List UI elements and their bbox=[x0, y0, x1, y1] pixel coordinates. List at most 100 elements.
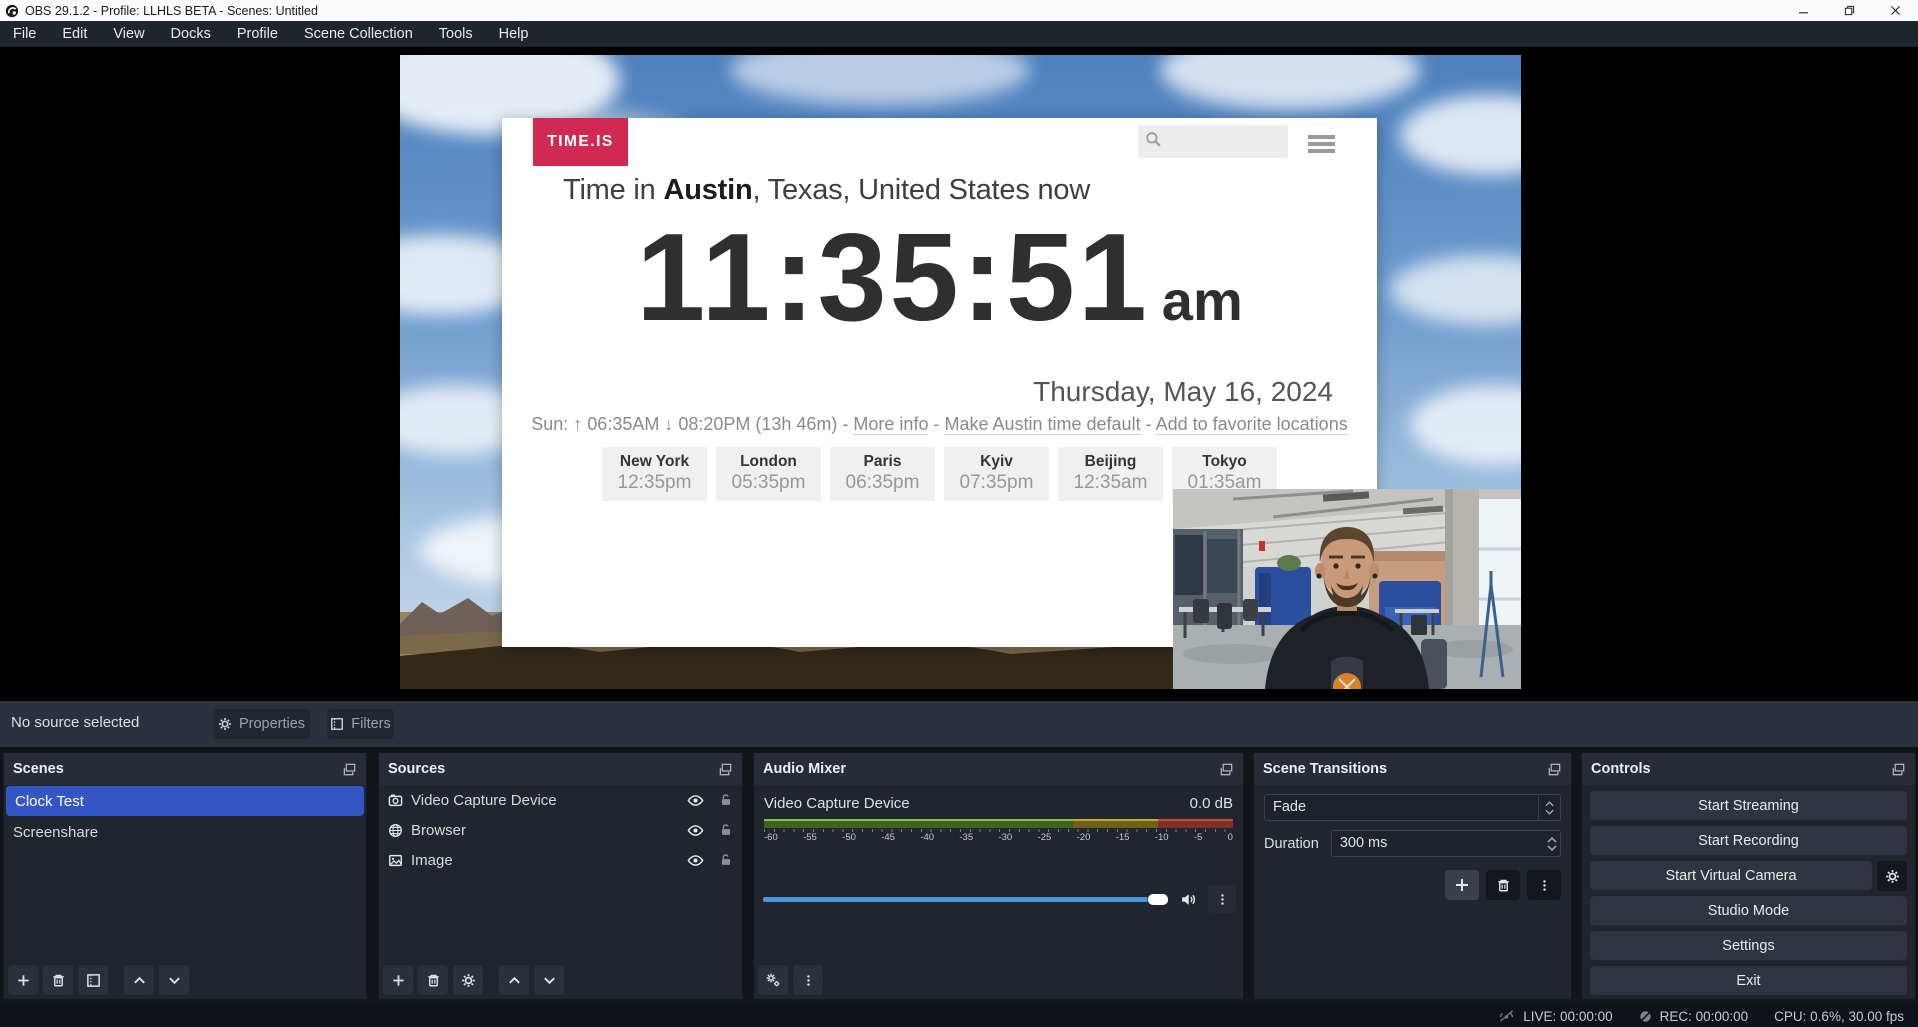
remove-scene-button[interactable] bbox=[43, 965, 73, 995]
eye-icon[interactable] bbox=[687, 792, 704, 809]
restore-button[interactable] bbox=[1826, 0, 1872, 21]
preview-canvas-area[interactable]: TIME.IS Time in Austin, Texas, United St… bbox=[0, 47, 1918, 701]
menu-view[interactable]: View bbox=[100, 21, 157, 47]
timeis-city: Austin bbox=[663, 174, 752, 206]
eye-icon[interactable] bbox=[687, 822, 704, 839]
program-preview[interactable]: TIME.IS Time in Austin, Texas, United St… bbox=[400, 55, 1521, 689]
start-streaming-button[interactable]: Start Streaming bbox=[1590, 791, 1907, 821]
eye-icon[interactable] bbox=[687, 852, 704, 869]
city-box: Paris06:35pm bbox=[830, 447, 935, 501]
menu-tools[interactable]: Tools bbox=[426, 21, 486, 47]
menu-docks[interactable]: Docks bbox=[158, 21, 224, 47]
webcam-video-source[interactable] bbox=[1173, 489, 1521, 689]
popout-icon[interactable] bbox=[1219, 762, 1234, 777]
exit-button[interactable]: Exit bbox=[1590, 966, 1907, 996]
window-controls bbox=[1780, 0, 1918, 21]
filter-icon bbox=[330, 717, 344, 731]
transition-selected-value: Fade bbox=[1265, 795, 1538, 820]
studio-mode-button[interactable]: Studio Mode bbox=[1590, 896, 1907, 926]
speaker-icon[interactable] bbox=[1180, 891, 1197, 908]
source-item-browser[interactable]: Browser bbox=[379, 815, 742, 845]
chevron-up-down-icon[interactable] bbox=[1538, 795, 1560, 820]
menu-edit[interactable]: Edit bbox=[49, 21, 100, 47]
mixer-level-db: 0.0 dB bbox=[1190, 795, 1233, 812]
obs-window: OBS 29.1.2 - Profile: LLHLS BETA - Scene… bbox=[0, 0, 1918, 1027]
live-status: LIVE: 00:00:00 bbox=[1498, 1009, 1612, 1024]
menu-file[interactable]: File bbox=[0, 21, 49, 47]
start-recording-button[interactable]: Start Recording bbox=[1590, 826, 1907, 856]
filters-button[interactable]: Filters bbox=[327, 709, 394, 739]
scenes-panel-header: Scenes bbox=[4, 753, 366, 785]
advanced-audio-button[interactable] bbox=[758, 965, 788, 995]
timeis-clock: 11:35:51 am bbox=[502, 216, 1377, 340]
transition-menu-button[interactable] bbox=[1527, 870, 1561, 900]
scene-item-clock-test[interactable]: Clock Test bbox=[6, 786, 364, 816]
menu-profile[interactable]: Profile bbox=[224, 21, 291, 47]
scene-transitions-header: Scene Transitions bbox=[1254, 753, 1571, 785]
move-scene-down-button[interactable] bbox=[159, 965, 189, 995]
close-button[interactable] bbox=[1872, 0, 1918, 21]
scene-filters-button[interactable] bbox=[78, 965, 108, 995]
controls-header: Controls bbox=[1582, 753, 1915, 785]
scene-item-screenshare[interactable]: Screenshare bbox=[4, 817, 366, 847]
mixer-menu-button[interactable] bbox=[793, 965, 823, 995]
settings-button[interactable]: Settings bbox=[1590, 931, 1907, 961]
duration-value: 300 ms bbox=[1332, 835, 1388, 851]
status-bar: LIVE: 00:00:00 REC: 00:00:00 CPU: 0.6%, … bbox=[0, 1005, 1918, 1027]
duration-input[interactable]: 300 ms bbox=[1331, 830, 1561, 857]
audio-mixer-toolbar bbox=[758, 965, 823, 995]
properties-button[interactable]: Properties bbox=[213, 709, 310, 739]
transition-select[interactable]: Fade bbox=[1264, 794, 1561, 821]
cpu-fps-status: CPU: 0.6%, 30.00 fps bbox=[1774, 1009, 1904, 1024]
popout-icon[interactable] bbox=[1547, 762, 1562, 777]
image-icon bbox=[388, 853, 403, 868]
obs-logo-icon bbox=[5, 4, 19, 18]
virtual-camera-settings-button[interactable] bbox=[1877, 861, 1907, 891]
clock-ampm: am bbox=[1162, 273, 1243, 329]
move-source-down-button[interactable] bbox=[534, 965, 564, 995]
add-source-button[interactable] bbox=[383, 965, 413, 995]
menu-help[interactable]: Help bbox=[486, 21, 542, 47]
source-toolbar: No source selected Properties Filters bbox=[0, 701, 1918, 747]
volume-slider-handle[interactable] bbox=[1148, 894, 1168, 905]
globe-icon bbox=[388, 823, 403, 838]
transitions-toolbar bbox=[1264, 870, 1561, 900]
mixer-channel-menu-button[interactable] bbox=[1208, 885, 1236, 913]
timeis-sun-line: Sun: ↑ 06:35AM ↓ 08:20PM (13h 46m) - Mor… bbox=[502, 414, 1377, 435]
timeis-heading: Time in Austin, Texas, United States now bbox=[563, 174, 1090, 207]
volume-slider[interactable] bbox=[763, 897, 1168, 902]
sources-toolbar bbox=[383, 965, 564, 995]
menu-bar: File Edit View Docks Profile Scene Colle… bbox=[0, 21, 1918, 47]
move-source-up-button[interactable] bbox=[499, 965, 529, 995]
popout-icon[interactable] bbox=[718, 762, 733, 777]
volume-slider-row bbox=[763, 885, 1236, 913]
remove-source-button[interactable] bbox=[418, 965, 448, 995]
no-source-selected-label: No source selected bbox=[11, 714, 139, 731]
city-box: London05:35pm bbox=[716, 447, 821, 501]
rec-disk-icon bbox=[1639, 1010, 1652, 1023]
unlock-icon[interactable] bbox=[719, 823, 733, 837]
live-signal-icon bbox=[1498, 1009, 1515, 1023]
move-scene-up-button[interactable] bbox=[124, 965, 154, 995]
popout-icon[interactable] bbox=[1891, 762, 1906, 777]
city-box: New York12:35pm bbox=[602, 447, 707, 501]
add-transition-button[interactable] bbox=[1445, 870, 1479, 900]
mixer-channel-row: Video Capture Device 0.0 dB bbox=[764, 795, 1233, 812]
start-virtual-camera-button[interactable]: Start Virtual Camera bbox=[1590, 861, 1872, 891]
controls-panel: Controls Start Streaming Start Recording… bbox=[1581, 752, 1916, 1000]
timeis-date: Thursday, May 16, 2024 bbox=[1033, 376, 1333, 408]
unlock-icon[interactable] bbox=[719, 853, 733, 867]
source-properties-button[interactable] bbox=[453, 965, 483, 995]
search-icon bbox=[1145, 131, 1162, 153]
popout-icon[interactable] bbox=[342, 762, 357, 777]
minimize-button[interactable] bbox=[1780, 0, 1826, 21]
source-item-video-capture[interactable]: Video Capture Device bbox=[379, 785, 742, 815]
menu-scene-collection[interactable]: Scene Collection bbox=[291, 21, 426, 47]
remove-transition-button[interactable] bbox=[1486, 870, 1520, 900]
timeis-logo: TIME.IS bbox=[533, 118, 628, 166]
duration-spinner[interactable] bbox=[1547, 831, 1557, 856]
rec-status: REC: 00:00:00 bbox=[1639, 1009, 1749, 1024]
add-scene-button[interactable] bbox=[8, 965, 38, 995]
source-item-image[interactable]: Image bbox=[379, 845, 742, 875]
unlock-icon[interactable] bbox=[719, 793, 733, 807]
